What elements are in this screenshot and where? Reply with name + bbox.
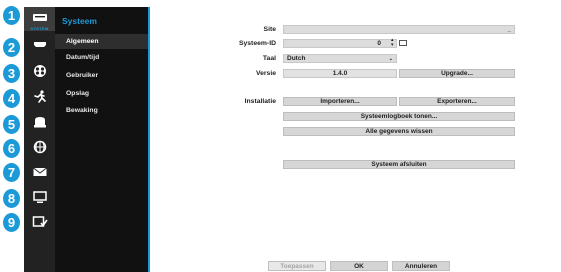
menu-storage[interactable] xyxy=(24,111,55,135)
chevron-down-icon: ⌄ xyxy=(388,56,393,62)
upgrade-button[interactable]: Upgrade... xyxy=(399,69,515,78)
network-icon xyxy=(32,140,48,156)
apply-button[interactable]: Toepassen xyxy=(268,261,326,271)
event-icon xyxy=(32,90,48,106)
panel-divider xyxy=(148,7,150,272)
badge-4: 4 xyxy=(3,89,20,108)
cancel-button[interactable]: Annuleren xyxy=(392,261,450,271)
menu-system-label: SYSTEM xyxy=(30,26,49,31)
submenu-item-general[interactable]: Algemeen xyxy=(55,34,148,49)
submenu-item-date-time[interactable]: Datum/tijd xyxy=(55,50,148,65)
menu-display[interactable] xyxy=(24,186,55,210)
badge-5: 5 xyxy=(3,115,20,134)
badge-3: 3 xyxy=(3,64,20,83)
badge-7: 7 xyxy=(3,163,20,182)
language-label: Taal xyxy=(262,55,276,62)
badge-1: 1 xyxy=(3,6,20,25)
installation-label: Installatie xyxy=(244,98,276,105)
notification-icon xyxy=(32,165,48,181)
export-button[interactable]: Exporteren... xyxy=(399,97,515,106)
system-id-field[interactable]: 0 xyxy=(283,39,397,48)
menu-status[interactable] xyxy=(24,211,55,235)
show-system-log-button[interactable]: Systeemlogboek tonen... xyxy=(283,112,515,121)
device-icon xyxy=(32,38,48,54)
submenu-panel: Systeem Algemeen Datum/tijd Gebruiker Op… xyxy=(55,7,148,272)
keyboard-icon[interactable] xyxy=(399,40,407,46)
menu-event[interactable] xyxy=(24,86,55,110)
menu-record[interactable] xyxy=(24,60,55,84)
site-label: Site xyxy=(263,26,276,33)
menu-notification[interactable] xyxy=(24,161,55,185)
system-id-label: Systeem-ID xyxy=(238,40,276,47)
clear-all-data-button[interactable]: Alle gegevens wissen xyxy=(283,127,515,136)
shutdown-system-button[interactable]: Systeem afsluiten xyxy=(283,160,515,169)
main-menu-rail: SYSTEM xyxy=(24,7,55,272)
version-field: 1.4.0 xyxy=(283,69,397,78)
text-cursor-icon: _ xyxy=(507,27,511,33)
submenu-item-user[interactable]: Gebruiker xyxy=(55,68,148,83)
badge-8: 8 xyxy=(3,189,20,208)
site-field[interactable]: _ xyxy=(283,25,515,34)
language-value: Dutch xyxy=(287,55,306,62)
system-id-value: 0 xyxy=(377,40,381,47)
number-badges: 1 2 3 4 5 6 7 8 9 xyxy=(0,0,24,272)
badge-6: 6 xyxy=(3,139,20,158)
submenu-title: Systeem xyxy=(62,16,97,26)
submenu-item-monitoring[interactable]: Bewaking xyxy=(55,103,148,118)
storage-icon xyxy=(32,115,48,131)
menu-device[interactable] xyxy=(24,34,55,58)
menu-network[interactable] xyxy=(24,136,55,160)
badge-2: 2 xyxy=(3,38,20,57)
system-icon xyxy=(32,11,48,27)
import-button[interactable]: Importeren... xyxy=(283,97,397,106)
record-icon xyxy=(32,64,48,80)
submenu-item-storage[interactable]: Opslag xyxy=(55,86,148,101)
language-select[interactable]: Dutch ⌄ xyxy=(283,54,397,63)
ok-button[interactable]: OK xyxy=(330,261,388,271)
spinner-arrows-icon[interactable]: ▴ ▾ xyxy=(391,38,394,48)
status-icon xyxy=(32,215,48,231)
display-icon xyxy=(32,190,48,206)
badge-9: 9 xyxy=(3,213,20,232)
version-value: 1.4.0 xyxy=(332,70,348,77)
version-label: Versie xyxy=(255,70,276,77)
